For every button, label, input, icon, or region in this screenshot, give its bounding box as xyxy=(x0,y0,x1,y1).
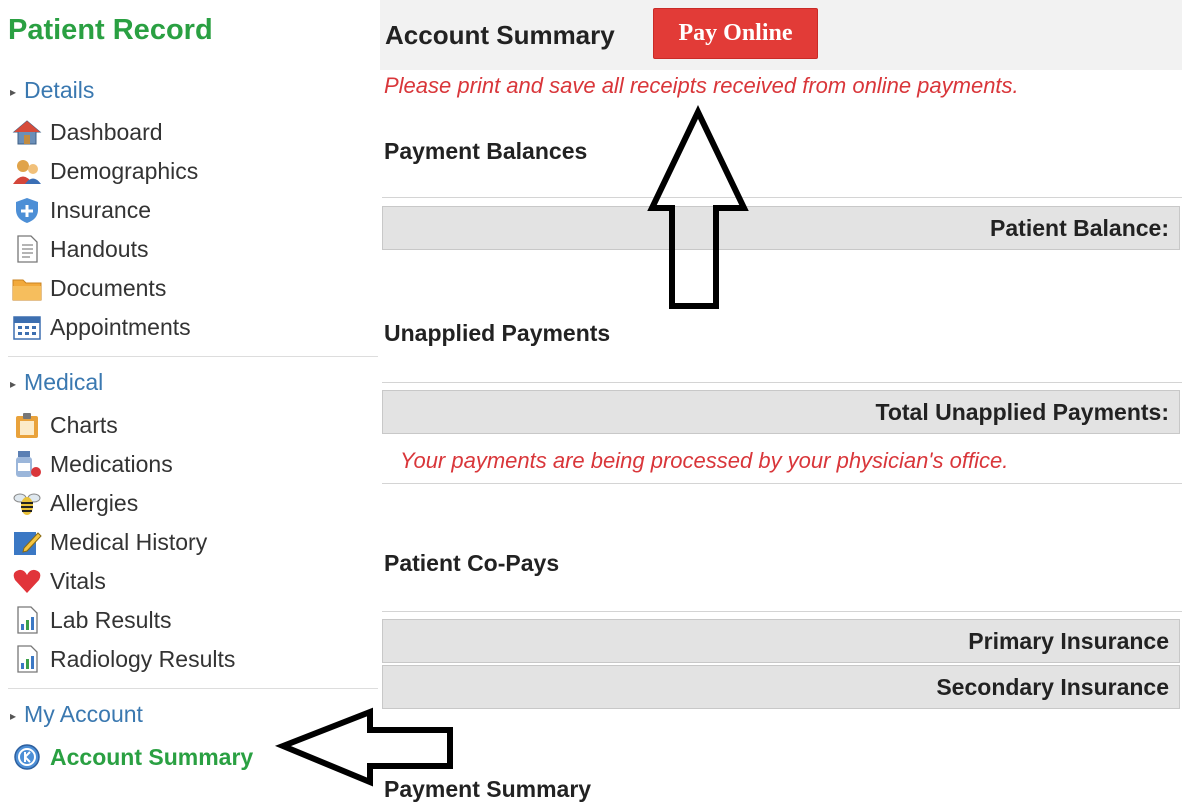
divider xyxy=(8,356,378,357)
report-icon xyxy=(12,645,42,673)
bee-icon xyxy=(12,489,42,517)
home-icon xyxy=(12,118,42,146)
divider xyxy=(382,483,1182,484)
primary-insurance-row: Primary Insurance xyxy=(382,619,1180,663)
collapse-triangle-icon: ▸ xyxy=(10,84,17,99)
sidebar-item-label: Demographics xyxy=(50,157,199,184)
folder-icon xyxy=(12,274,42,302)
sidebar-item-medical-history[interactable]: Medical History xyxy=(12,525,207,559)
sidebar-item-label: Insurance xyxy=(50,196,152,223)
sidebar-item-label: Account Summary xyxy=(50,743,254,770)
pay-online-button[interactable]: Pay Online xyxy=(653,8,818,59)
sidebar-item-handouts[interactable]: Handouts xyxy=(12,232,148,266)
document-icon xyxy=(12,235,42,263)
edit-icon xyxy=(12,528,42,556)
sidebar-item-demographics[interactable]: Demographics xyxy=(12,154,198,188)
sidebar-item-allergies[interactable]: Allergies xyxy=(12,486,138,520)
sidebar: Patient Record ▸ Details Dashboard Demogr… xyxy=(0,0,380,803)
collapse-triangle-icon: ▸ xyxy=(10,376,17,391)
sidebar-item-medications[interactable]: Medications xyxy=(12,447,173,481)
sidebar-item-label: Lab Results xyxy=(50,606,172,633)
sidebar-item-label: Dashboard xyxy=(50,118,163,145)
patient-copays-title: Patient Co-Pays xyxy=(384,550,560,576)
patient-balance-row: Patient Balance: xyxy=(382,206,1180,250)
payment-balances-title: Payment Balances xyxy=(384,138,588,164)
divider xyxy=(382,197,1182,198)
divider xyxy=(8,688,378,689)
sidebar-item-label: Charts xyxy=(50,411,118,438)
sidebar-title: Patient Record xyxy=(8,14,213,46)
divider xyxy=(382,382,1182,383)
sidebar-item-label: Documents xyxy=(50,274,167,301)
sidebar-item-lab-results[interactable]: Lab Results xyxy=(12,603,171,637)
sidebar-item-radiology-results[interactable]: Radiology Results xyxy=(12,642,235,676)
receipt-notice: Please print and save all receipts recei… xyxy=(384,73,1019,98)
sidebar-item-charts[interactable]: Charts xyxy=(12,408,118,442)
total-unapplied-row: Total Unapplied Payments: xyxy=(382,390,1180,434)
account-icon xyxy=(12,743,42,771)
section-label: My Account xyxy=(24,701,143,727)
report-icon xyxy=(12,606,42,634)
processing-message: Your payments are being processed by you… xyxy=(400,448,1009,473)
sidebar-item-appointments[interactable]: Appointments xyxy=(12,310,191,344)
sidebar-item-label: Handouts xyxy=(50,235,149,262)
sidebar-item-documents[interactable]: Documents xyxy=(12,271,166,305)
heart-icon xyxy=(12,567,42,595)
shield-icon xyxy=(12,196,42,224)
sidebar-item-label: Vitals xyxy=(50,567,106,594)
sidebar-item-label: Medications xyxy=(50,450,173,477)
section-details[interactable]: ▸ Details xyxy=(10,77,94,104)
page-title: Account Summary xyxy=(385,20,615,50)
payment-summary-title: Payment Summary xyxy=(384,776,592,802)
sidebar-item-dashboard[interactable]: Dashboard xyxy=(12,115,163,149)
sidebar-item-vitals[interactable]: Vitals xyxy=(12,564,106,598)
section-label: Medical xyxy=(24,369,104,395)
collapse-triangle-icon: ▸ xyxy=(10,708,17,723)
section-medical[interactable]: ▸ Medical xyxy=(10,369,103,396)
secondary-insurance-row: Secondary Insurance xyxy=(382,665,1180,709)
sidebar-item-label: Medical History xyxy=(50,528,208,555)
section-label: Details xyxy=(24,77,95,103)
clipboard-icon xyxy=(12,411,42,439)
divider xyxy=(382,611,1182,612)
people-icon xyxy=(12,157,42,185)
calendar-icon xyxy=(12,313,42,341)
unapplied-payments-title: Unapplied Payments xyxy=(384,320,611,346)
sidebar-item-label: Radiology Results xyxy=(50,645,236,672)
pill-bottle-icon xyxy=(12,450,42,478)
sidebar-item-label: Appointments xyxy=(50,313,191,340)
sidebar-item-account-summary[interactable]: Account Summary xyxy=(12,740,253,774)
section-my-account[interactable]: ▸ My Account xyxy=(10,701,143,728)
sidebar-item-label: Allergies xyxy=(50,489,139,516)
sidebar-item-insurance[interactable]: Insurance xyxy=(12,193,151,227)
